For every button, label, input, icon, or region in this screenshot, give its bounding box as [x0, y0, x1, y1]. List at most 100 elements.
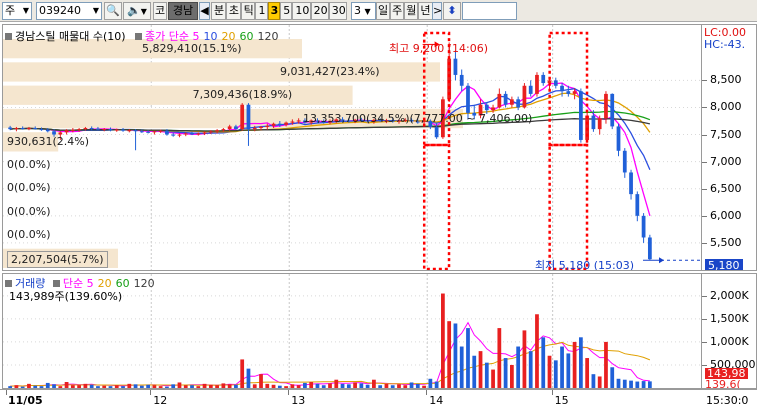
volume-bar — [441, 293, 445, 388]
date-tick-mark — [6, 390, 7, 395]
volume-bar — [541, 337, 546, 388]
volume-bar — [108, 386, 113, 388]
candle-body — [647, 237, 652, 260]
candle-body — [215, 130, 219, 132]
volume-bar — [8, 386, 13, 388]
volume-bar — [190, 385, 194, 388]
volume-bar — [647, 381, 652, 388]
volume-bar — [497, 328, 502, 388]
candle-body — [572, 91, 577, 94]
candle-body — [196, 133, 201, 135]
candle-body — [14, 128, 19, 130]
period-tab[interactable]: 년 — [418, 2, 433, 20]
timeframe-tab[interactable]: 분 — [211, 2, 226, 20]
candle-body — [466, 85, 470, 113]
timeframe-tab[interactable]: 3 — [267, 2, 281, 20]
volume-bar — [234, 384, 238, 388]
candle-body — [610, 93, 615, 127]
candle-body — [629, 172, 633, 195]
chevron-down-icon: ▼ — [22, 6, 29, 15]
volume-profile-label: 0(0.0%) — [7, 158, 51, 172]
timeframe-tab[interactable]: 10 — [292, 2, 311, 20]
volume-bar — [177, 382, 182, 388]
volume-bar — [196, 386, 201, 388]
candle-body — [622, 150, 627, 173]
stock-code-input[interactable]: 039240 ▼ — [36, 2, 102, 20]
prev-arrow[interactable]: ◀ — [199, 2, 210, 20]
candle-body — [177, 134, 182, 136]
legend-square-icon — [5, 280, 12, 287]
candle-body — [227, 126, 232, 130]
volume-bar — [635, 381, 640, 388]
volume-bar — [208, 384, 213, 388]
volume-bar — [447, 321, 452, 388]
extra-input[interactable] — [462, 2, 517, 20]
timeframe-tab[interactable]: 1 — [255, 2, 268, 20]
search-button[interactable]: 🔍 — [104, 2, 122, 20]
volume-bar — [510, 364, 514, 388]
period-tab[interactable]: 월 — [404, 2, 419, 20]
price-tick-mark — [702, 215, 707, 217]
period-tab[interactable]: 주 — [390, 2, 405, 20]
volume-bar — [472, 355, 477, 388]
date-axis: 11/05 12 13 14 15 15:30:0 — [0, 389, 757, 412]
candle-body — [146, 131, 150, 133]
candle-body — [484, 104, 489, 111]
volume-bar — [397, 384, 401, 388]
candle-body — [641, 215, 646, 238]
price-chart[interactable]: 경남스틸 매물대 수(10) 종가 단순 5 10 20 60 120 5,829,41… — [2, 24, 702, 271]
volume-profile-label: 0(0.0%) — [7, 181, 51, 195]
volume-bar — [227, 384, 232, 388]
volume-bar — [303, 382, 307, 388]
price-tick-mark — [702, 107, 707, 109]
market-select[interactable]: 주 ▼ — [2, 2, 32, 20]
volume-bar — [183, 385, 188, 388]
candle-body — [165, 130, 169, 135]
date-tick-mark — [150, 390, 152, 395]
candle-body — [83, 128, 88, 130]
stock-name[interactable]: 경남 — [168, 2, 198, 20]
volume-bar — [202, 383, 207, 388]
volume-bar — [83, 383, 88, 388]
volume-chart[interactable]: 거래량 단순 5 20 60 120 143,989주(139.60%) — [2, 273, 702, 389]
volume-bar — [390, 385, 395, 388]
timeframe-tab[interactable]: 30 — [328, 2, 347, 20]
price-tick-mark — [702, 242, 707, 244]
candle-body — [491, 107, 495, 111]
legend-title: 경남스틸 매물대 수(10) — [15, 30, 126, 43]
timeframe-tab[interactable]: 20 — [310, 2, 329, 20]
volume-bar — [372, 379, 376, 388]
period-tab[interactable]: 일 — [376, 2, 391, 20]
volume-profile-label: 0(0.0%) — [7, 228, 51, 242]
candle-body — [290, 121, 295, 123]
up-down-button[interactable]: ⬍ — [443, 2, 461, 20]
volume-bar — [641, 381, 646, 388]
current-price-tag: 5,180 — [705, 259, 743, 270]
period-tabs: 일주월년 — [376, 2, 433, 20]
candle-body — [284, 122, 288, 125]
timeframe-tab[interactable]: 초 — [225, 2, 241, 20]
next-arrow[interactable]: > — [432, 2, 442, 20]
volume-bar — [96, 386, 100, 388]
ma-legend-item: 60 — [239, 30, 254, 43]
volume-bar — [384, 383, 389, 388]
volume-bar — [597, 376, 602, 388]
legend-square-icon — [5, 33, 12, 40]
timeframe-tab[interactable]: 틱 — [240, 2, 256, 20]
timeframe-tab[interactable]: 5 — [280, 2, 293, 20]
candle-body — [108, 129, 113, 131]
sound-button[interactable]: 🔈▼ — [123, 2, 151, 20]
period-input[interactable]: 3 ▼ — [351, 2, 376, 20]
time-label: 15:30:0 — [706, 394, 749, 407]
volume-bar — [353, 382, 357, 388]
price-tick-mark — [702, 134, 707, 136]
candle-body — [271, 123, 276, 126]
volume-bar — [20, 386, 25, 388]
volume-bar — [296, 385, 301, 388]
volume-tick-label: 1,500K — [710, 311, 749, 325]
stock-prefix[interactable]: 코 — [153, 2, 167, 20]
candle-body — [616, 126, 621, 151]
volume-bar — [271, 384, 276, 388]
volume-bar — [629, 380, 633, 388]
candle-body — [139, 131, 144, 133]
